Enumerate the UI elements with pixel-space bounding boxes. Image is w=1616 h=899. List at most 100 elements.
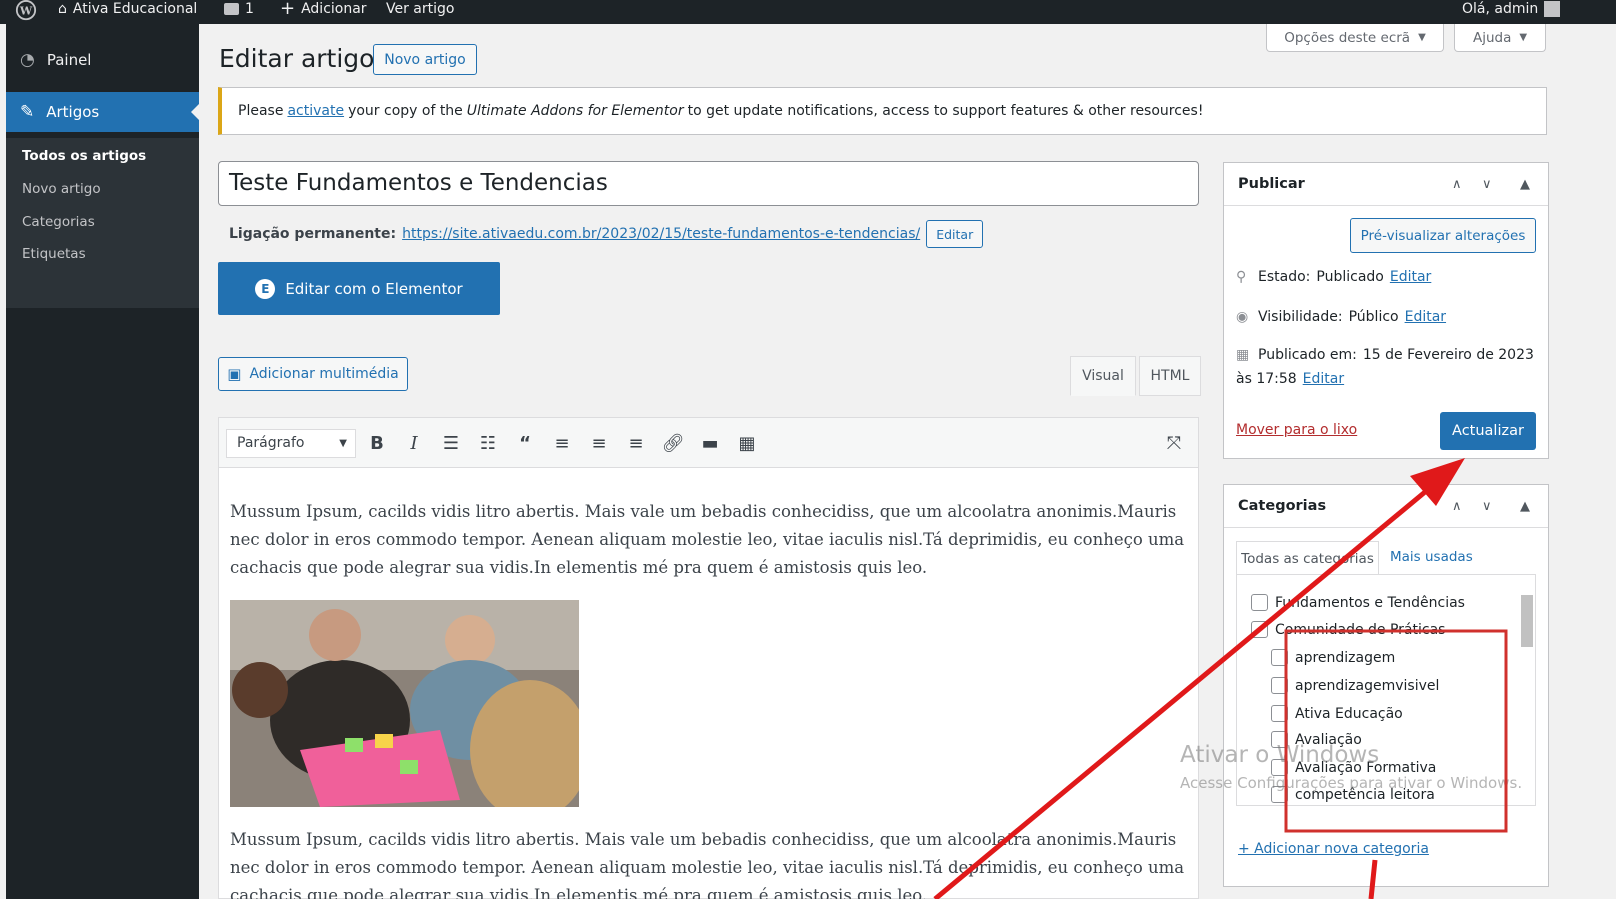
checkbox[interactable] — [1271, 649, 1288, 666]
activate-link[interactable]: activate — [287, 103, 344, 119]
scrollbar[interactable] — [1521, 581, 1533, 801]
add-new-category-link[interactable]: + Adicionar nova categoria — [1238, 841, 1429, 857]
align-center-icon[interactable]: ≡ — [587, 433, 611, 454]
bullet-list-icon[interactable]: ☰ — [439, 433, 463, 454]
notice-text: Please — [238, 103, 284, 119]
notice-text: your copy of the — [348, 103, 463, 119]
checkbox-checked[interactable]: ✓ — [1251, 621, 1268, 638]
visibility-value: Público — [1348, 309, 1399, 325]
calendar-icon: ▦ — [1236, 347, 1250, 363]
admin-sidebar: ◔ Painel ✎ Artigos Todos os artigos Novo… — [6, 24, 199, 899]
publish-box: Publicar ∧ ∨ ▲ Pré-visualizar alterações… — [1223, 162, 1549, 459]
screen-options-button[interactable]: Opções deste ecrã ▼ — [1266, 24, 1444, 52]
numbered-list-icon[interactable]: ☷ — [476, 433, 500, 454]
categories-box-title: Categorias — [1238, 498, 1327, 514]
chevron-up-icon[interactable]: ∧ — [1452, 177, 1462, 192]
format-select-value: Parágrafo — [237, 435, 305, 451]
align-right-icon[interactable]: ≡ — [624, 433, 648, 454]
format-select[interactable]: Parágrafo ▼ — [226, 429, 356, 458]
bold-icon[interactable]: B — [365, 433, 389, 454]
comments-link[interactable]: 1 — [224, 0, 254, 24]
categories-box: Categorias ∧ ∨ ▲ Todas as categorias Mai… — [1223, 484, 1549, 887]
post-title-input[interactable]: Teste Fundamentos e Tendencias — [218, 161, 1199, 206]
greeting-text: Olá, admin — [1462, 1, 1539, 17]
submenu-all-posts[interactable]: Todos os artigos — [22, 148, 146, 164]
elementor-button-label: Editar com o Elementor — [285, 279, 463, 298]
sidebar-item-label: Painel — [46, 51, 92, 69]
home-icon: ⌂ — [58, 1, 67, 17]
tab-visual[interactable]: Visual — [1070, 356, 1136, 396]
pin-icon: ⚲ — [1236, 269, 1247, 285]
new-post-button[interactable]: Novo artigo — [373, 44, 477, 75]
category-label: aprendizagem — [1295, 649, 1396, 666]
status-row: ⚲ Estado: Publicado Editar — [1236, 269, 1431, 285]
link-icon[interactable]: 🔗︎ — [661, 433, 685, 454]
move-to-trash-link[interactable]: Mover para o lixo — [1236, 422, 1357, 438]
pin-icon: ✎ — [20, 102, 35, 122]
admin-bar: W ⌂ Ativa Educacional 1 + Adicionar Ver … — [0, 0, 1616, 24]
sidebar-item-label: Artigos — [46, 103, 100, 121]
read-more-icon[interactable]: ▬ — [698, 433, 722, 454]
notice-product: Ultimate Addons for Elementor — [466, 103, 684, 119]
collapse-toggle-icon[interactable]: ▲ — [1520, 177, 1530, 192]
published-label: Publicado em: — [1258, 347, 1357, 363]
posts-submenu: Todos os artigos Novo artigo Categorias … — [6, 138, 199, 308]
permalink-url[interactable]: https://site.ativaedu.com.br/2023/02/15/… — [402, 226, 920, 242]
checkbox[interactable] — [1251, 594, 1268, 611]
checkbox[interactable] — [1271, 705, 1288, 722]
chevron-up-icon[interactable]: ∧ — [1452, 499, 1462, 514]
wordpress-logo-icon[interactable]: W — [14, 0, 38, 24]
submenu-tags[interactable]: Etiquetas — [22, 246, 86, 262]
editor-paragraph-2[interactable]: Mussum Ipsum, cacilds vidis litro aberti… — [230, 826, 1195, 899]
align-left-icon[interactable]: ≡ — [550, 433, 574, 454]
category-item[interactable]: Ativa Educação — [1271, 705, 1403, 722]
help-button[interactable]: Ajuda ▼ — [1454, 24, 1546, 52]
collapse-toggle-icon[interactable]: ▲ — [1520, 499, 1530, 514]
category-item[interactable]: ✓ Comunidade de Práticas — [1251, 621, 1445, 638]
toolbar-toggle-icon[interactable]: ▦ — [735, 433, 759, 454]
italic-icon[interactable]: I — [402, 433, 426, 454]
submenu-new-post[interactable]: Novo artigo — [22, 181, 101, 197]
caret-down-icon: ▼ — [1418, 32, 1426, 43]
published-edit-link[interactable]: Editar — [1303, 371, 1344, 387]
sidebar-item-dashboard[interactable]: ◔ Painel — [6, 40, 199, 80]
chevron-down-icon[interactable]: ∨ — [1482, 177, 1492, 192]
status-value: Publicado — [1316, 269, 1384, 285]
category-item[interactable]: Fundamentos e Tendências — [1251, 594, 1465, 611]
permalink-edit-button[interactable]: Editar — [926, 220, 984, 248]
category-checklist[interactable]: Fundamentos e Tendências ✓ Comunidade de … — [1236, 574, 1536, 806]
category-item[interactable]: aprendizagemvisivel — [1271, 677, 1439, 694]
eye-icon: ◉ — [1236, 309, 1249, 325]
visibility-edit-link[interactable]: Editar — [1405, 309, 1446, 325]
dashboard-icon: ◔ — [20, 50, 35, 70]
submenu-categories[interactable]: Categorias — [22, 214, 95, 230]
preview-changes-button[interactable]: Pré-visualizar alterações — [1350, 218, 1536, 253]
blockquote-icon[interactable]: “ — [513, 433, 537, 454]
update-button[interactable]: Actualizar — [1440, 412, 1536, 450]
editor-paragraph-1[interactable]: Mussum Ipsum, cacilds vidis litro aberti… — [230, 498, 1195, 582]
checkbox[interactable] — [1271, 677, 1288, 694]
tab-html[interactable]: HTML — [1139, 356, 1201, 396]
status-edit-link[interactable]: Editar — [1390, 269, 1431, 285]
fullscreen-icon[interactable]: ⤧ — [1162, 433, 1186, 454]
caret-down-icon: ▼ — [1519, 32, 1528, 43]
comment-icon — [224, 3, 239, 15]
tab-all-categories[interactable]: Todas as categorias — [1236, 541, 1379, 575]
publish-box-title: Publicar — [1238, 176, 1305, 192]
sidebar-item-posts[interactable]: ✎ Artigos — [6, 92, 199, 132]
addon-notice: Please activate your copy of the Ultimat… — [218, 87, 1547, 135]
add-new-link[interactable]: + Adicionar — [280, 0, 367, 24]
chevron-down-icon[interactable]: ∨ — [1482, 499, 1492, 514]
category-item[interactable]: aprendizagem — [1271, 649, 1395, 666]
status-label: Estado: — [1258, 269, 1311, 285]
post-image[interactable] — [230, 600, 579, 807]
notice-text: to get update notifications, access to s… — [687, 103, 1204, 119]
editor-toolbar: Parágrafo ▼ B I ☰ ☷ “ ≡ ≡ ≡ 🔗︎ ▬ ▦ ⤧ — [219, 418, 1198, 468]
view-post-link[interactable]: Ver artigo — [386, 0, 454, 24]
my-account-link[interactable]: Olá, admin — [1462, 0, 1561, 24]
site-name-link[interactable]: ⌂ Ativa Educacional — [58, 0, 197, 24]
add-media-button[interactable]: ▣ Adicionar multimédia — [218, 357, 408, 391]
published-date: 15 de Fevereiro de 2023 — [1362, 347, 1534, 363]
tab-most-used[interactable]: Mais usadas — [1390, 549, 1473, 565]
edit-with-elementor-button[interactable]: E Editar com o Elementor — [218, 262, 500, 315]
